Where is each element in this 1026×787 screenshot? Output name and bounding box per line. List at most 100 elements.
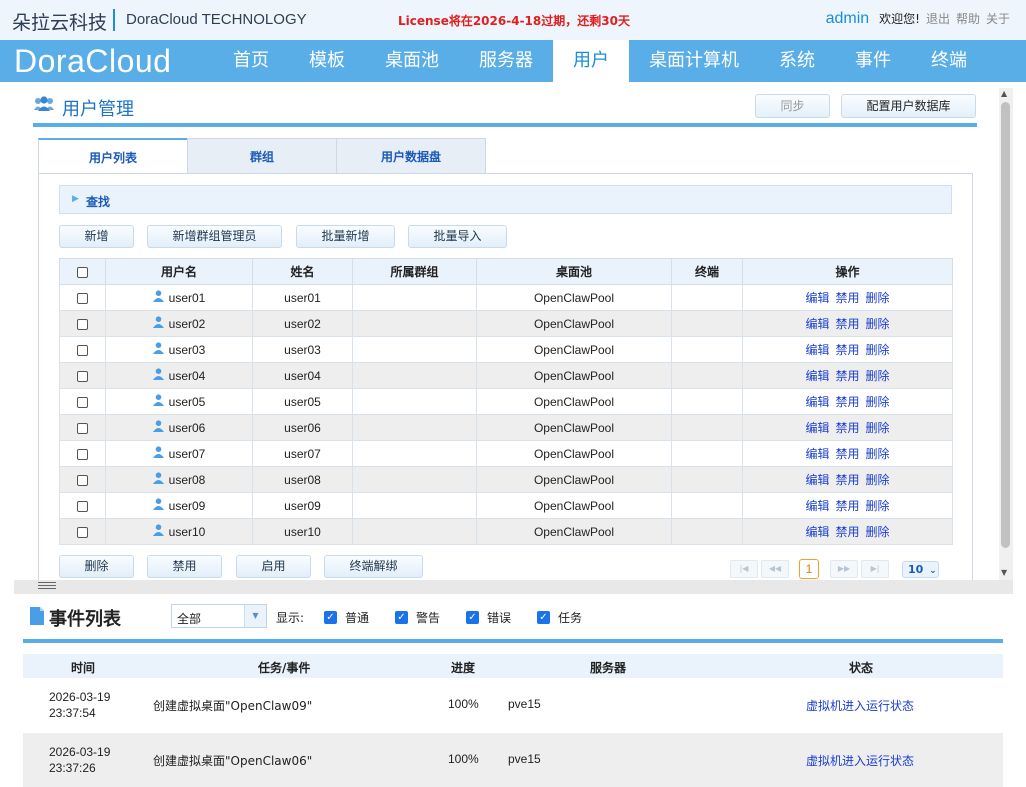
- nav-terminals[interactable]: 终端: [922, 40, 976, 82]
- nav-templates[interactable]: 模板: [298, 40, 356, 82]
- edit-link[interactable]: 编辑: [805, 369, 829, 383]
- disable-selected-button[interactable]: 禁用: [147, 555, 222, 578]
- config-user-db-button[interactable]: 配置用户数据库: [841, 94, 976, 118]
- nav-users[interactable]: 用户: [553, 40, 629, 82]
- batch-import-button[interactable]: 批量导入: [408, 225, 507, 248]
- disable-link[interactable]: 禁用: [835, 525, 859, 539]
- nav-system[interactable]: 系统: [770, 40, 824, 82]
- tab-user-list[interactable]: 用户列表: [38, 138, 188, 175]
- disable-link[interactable]: 禁用: [835, 473, 859, 487]
- tab-user-data-disk[interactable]: 用户数据盘: [336, 138, 486, 174]
- prev-page-button[interactable]: ◀◀: [761, 560, 789, 578]
- next-page-button[interactable]: ▶▶: [830, 560, 858, 578]
- nav-desktop-pools[interactable]: 桌面池: [376, 40, 448, 82]
- sync-button[interactable]: 同步: [755, 94, 830, 118]
- row-select-cell[interactable]: [59, 414, 106, 441]
- edit-link[interactable]: 编辑: [805, 447, 829, 461]
- filter-task[interactable]: ✓ 任务: [537, 609, 582, 626]
- checkbox-checked-icon[interactable]: ✓: [324, 611, 337, 624]
- first-page-button[interactable]: |◀: [730, 560, 758, 578]
- delete-link[interactable]: 删除: [866, 447, 890, 461]
- delete-link[interactable]: 删除: [866, 291, 890, 305]
- scroll-up-arrow-icon[interactable]: ▲: [1001, 89, 1007, 98]
- delete-link[interactable]: 删除: [866, 499, 890, 513]
- filter-warning[interactable]: ✓ 警告: [395, 609, 440, 626]
- page-size-select[interactable]: 10 ⌄: [902, 561, 939, 578]
- event-status-link[interactable]: 虚拟机进入运行状态: [806, 697, 914, 714]
- about-link[interactable]: 关于: [986, 10, 1010, 27]
- disable-link[interactable]: 禁用: [835, 291, 859, 305]
- row-select-cell[interactable]: [59, 466, 106, 493]
- row-checkbox[interactable]: [77, 474, 88, 486]
- last-page-button[interactable]: ▶|: [861, 560, 889, 578]
- scrollbar-thumb[interactable]: [1001, 102, 1010, 548]
- disable-link[interactable]: 禁用: [835, 317, 859, 331]
- row-checkbox[interactable]: [77, 292, 88, 304]
- delete-link[interactable]: 删除: [866, 473, 890, 487]
- row-select-cell[interactable]: [59, 362, 106, 389]
- delete-link[interactable]: 删除: [866, 317, 890, 331]
- filter-normal[interactable]: ✓ 普通: [324, 609, 369, 626]
- delete-selected-button[interactable]: 删除: [59, 555, 134, 578]
- disable-link[interactable]: 禁用: [835, 395, 859, 409]
- select-all-cell[interactable]: [59, 258, 106, 285]
- event-type-select[interactable]: 全部 ▼: [171, 604, 267, 628]
- enable-selected-button[interactable]: 启用: [236, 555, 311, 578]
- row-select-cell[interactable]: [59, 492, 106, 519]
- nav-home[interactable]: 首页: [222, 40, 280, 82]
- row-checkbox[interactable]: [77, 448, 88, 460]
- row-select-cell[interactable]: [59, 336, 106, 363]
- edit-link[interactable]: 编辑: [805, 421, 829, 435]
- disable-link[interactable]: 禁用: [835, 499, 859, 513]
- row-checkbox[interactable]: [77, 344, 88, 356]
- row-select-cell[interactable]: [59, 518, 106, 545]
- splitter-grip-icon[interactable]: [38, 582, 56, 591]
- delete-link[interactable]: 删除: [866, 525, 890, 539]
- delete-link[interactable]: 删除: [866, 343, 890, 357]
- batch-add-button[interactable]: 批量新增: [296, 225, 395, 248]
- delete-link[interactable]: 删除: [866, 395, 890, 409]
- panel-splitter[interactable]: [14, 580, 1013, 594]
- edit-link[interactable]: 编辑: [805, 525, 829, 539]
- nav-events[interactable]: 事件: [846, 40, 900, 82]
- checkbox-checked-icon[interactable]: ✓: [466, 611, 479, 624]
- search-toggle[interactable]: ▶ 查找: [59, 185, 952, 214]
- current-page[interactable]: 1: [799, 559, 819, 579]
- logout-link[interactable]: 退出: [926, 10, 950, 27]
- disable-link[interactable]: 禁用: [835, 369, 859, 383]
- filter-error[interactable]: ✓ 错误: [466, 609, 511, 626]
- row-select-cell[interactable]: [59, 310, 106, 337]
- row-select-cell[interactable]: [59, 284, 106, 311]
- row-checkbox[interactable]: [77, 526, 88, 538]
- disable-link[interactable]: 禁用: [835, 447, 859, 461]
- edit-link[interactable]: 编辑: [805, 343, 829, 357]
- delete-link[interactable]: 删除: [866, 421, 890, 435]
- edit-link[interactable]: 编辑: [805, 395, 829, 409]
- nav-servers[interactable]: 服务器: [470, 40, 542, 82]
- tab-groups[interactable]: 群组: [187, 138, 337, 174]
- delete-link[interactable]: 删除: [866, 369, 890, 383]
- nav-desktop-computers[interactable]: 桌面计算机: [643, 40, 745, 82]
- checkbox-checked-icon[interactable]: ✓: [537, 611, 550, 624]
- row-checkbox[interactable]: [77, 500, 88, 512]
- row-select-cell[interactable]: [59, 440, 106, 467]
- row-checkbox[interactable]: [77, 396, 88, 408]
- disable-link[interactable]: 禁用: [835, 343, 859, 357]
- row-select-cell[interactable]: [59, 388, 106, 415]
- disable-link[interactable]: 禁用: [835, 421, 859, 435]
- row-checkbox[interactable]: [77, 422, 88, 434]
- unbind-terminal-button[interactable]: 终端解绑: [324, 555, 423, 578]
- add-user-button[interactable]: 新增: [59, 225, 134, 248]
- row-checkbox[interactable]: [77, 370, 88, 382]
- checkbox-checked-icon[interactable]: ✓: [395, 611, 408, 624]
- scroll-down-arrow-icon[interactable]: ▼: [1001, 568, 1007, 577]
- add-group-admin-button[interactable]: 新增群组管理员: [147, 225, 282, 248]
- edit-link[interactable]: 编辑: [805, 317, 829, 331]
- edit-link[interactable]: 编辑: [805, 473, 829, 487]
- select-all-checkbox[interactable]: [77, 266, 88, 278]
- edit-link[interactable]: 编辑: [805, 291, 829, 305]
- row-checkbox[interactable]: [77, 318, 88, 330]
- help-link[interactable]: 帮助: [956, 10, 980, 27]
- dropdown-arrow-icon[interactable]: ▼: [244, 605, 266, 627]
- event-status-link[interactable]: 虚拟机进入运行状态: [806, 752, 914, 769]
